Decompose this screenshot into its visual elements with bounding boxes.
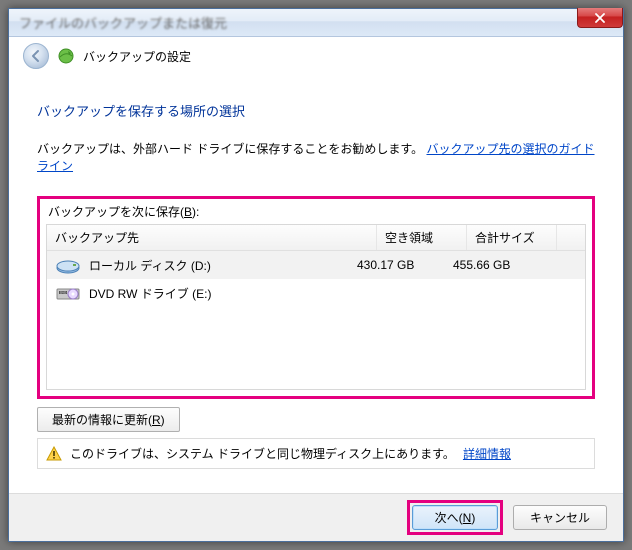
close-button[interactable] [577, 8, 623, 28]
close-icon [595, 13, 605, 23]
next-button-highlight: 次へ(N) [407, 500, 503, 535]
drive-row[interactable]: ローカル ディスク (D:) 430.17 GB 455.66 GB [47, 251, 585, 279]
arrow-left-icon [29, 49, 43, 63]
warning-text: このドライブは、システム ドライブと同じ物理ディスク上にあります。 [70, 445, 455, 462]
dialog-footer: 次へ(N) キャンセル [9, 493, 623, 541]
next-button[interactable]: 次へ(N) [412, 505, 498, 530]
titlebar: ファイルのバックアップまたは復元 [9, 9, 623, 37]
refresh-row: 最新の情報に更新(R) [37, 407, 595, 432]
col-spacer [557, 225, 585, 250]
details-link[interactable]: 詳細情報 [463, 445, 511, 462]
drive-table-body: ローカル ディスク (D:) 430.17 GB 455.66 GB DVD DVD R… [47, 251, 585, 389]
drive-total: 455.66 GB [453, 258, 543, 272]
backup-icon [57, 47, 75, 65]
col-destination[interactable]: バックアップ先 [47, 225, 377, 250]
help-text-prefix: バックアップは、外部ハード ドライブに保存することをお勧めします。 [37, 142, 423, 156]
drive-row[interactable]: DVD DVD RW ドライブ (E:) [47, 279, 585, 307]
dvd-icon: DVD [55, 283, 81, 303]
warning-info-box: このドライブは、システム ドライブと同じ物理ディスク上にあります。 詳細情報 [37, 438, 595, 469]
drive-selection-highlight: バックアップを次に保存(B): バックアップ先 空き領域 合計サイズ ローカル … [37, 196, 595, 399]
drive-name: DVD RW ドライブ (E:) [89, 285, 211, 302]
help-text: バックアップは、外部ハード ドライブに保存することをお勧めします。 バックアップ… [37, 140, 595, 174]
drive-free: 430.17 GB [357, 258, 447, 272]
warning-icon [46, 446, 62, 462]
drive-name: ローカル ディスク (D:) [89, 257, 211, 274]
titlebar-text: ファイルのバックアップまたは復元 [9, 13, 227, 32]
drive-list-label: バックアップを次に保存(B): [48, 203, 586, 220]
page-subtitle: バックアップを保存する場所の選択 [37, 101, 595, 120]
drive-destination: ローカル ディスク (D:) [55, 255, 351, 275]
svg-text:DVD: DVD [60, 291, 67, 295]
col-free-space[interactable]: 空き領域 [377, 225, 467, 250]
wizard-header: バックアップの設定 [9, 37, 623, 79]
drive-table: バックアップ先 空き領域 合計サイズ ローカル ディスク (D:) 430.17 … [46, 224, 586, 390]
back-button[interactable] [23, 43, 49, 69]
wizard-title: バックアップの設定 [83, 48, 191, 65]
content-area: バックアップを保存する場所の選択 バックアップは、外部ハード ドライブに保存する… [9, 79, 623, 469]
drive-destination: DVD DVD RW ドライブ (E:) [55, 283, 351, 303]
cancel-button[interactable]: キャンセル [513, 505, 607, 530]
drive-table-header: バックアップ先 空き領域 合計サイズ [47, 225, 585, 251]
backup-settings-dialog: ファイルのバックアップまたは復元 バックアップの設定 バックアップを保存する場所… [8, 8, 624, 542]
hdd-icon [55, 255, 81, 275]
col-total-size[interactable]: 合計サイズ [467, 225, 557, 250]
refresh-button[interactable]: 最新の情報に更新(R) [37, 407, 180, 432]
